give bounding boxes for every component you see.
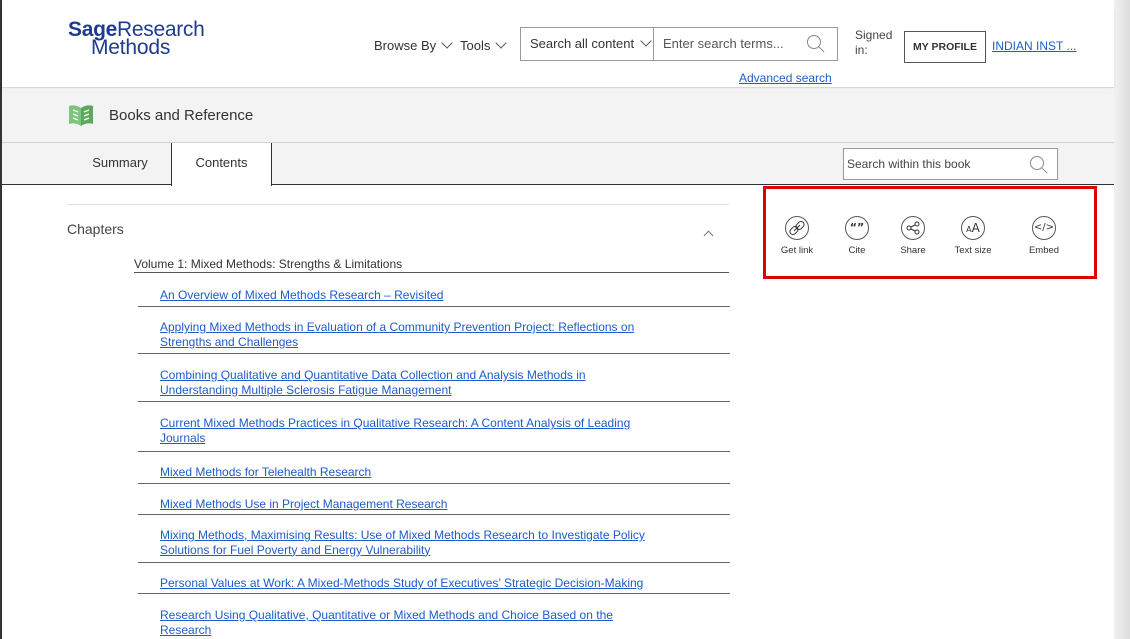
chapters-heading: Chapters xyxy=(67,221,124,237)
get-link-button[interactable]: Get link xyxy=(772,216,822,256)
my-profile-button[interactable]: MY PROFILE xyxy=(904,31,986,63)
text-size-button[interactable]: AA Text size xyxy=(948,216,998,256)
section-banner: Books and Reference xyxy=(2,89,1114,143)
cite-button[interactable]: “” Cite xyxy=(832,216,882,256)
tab-contents[interactable]: Contents xyxy=(171,143,272,186)
signed-in-line1: Signed xyxy=(855,28,893,42)
embed-label: Embed xyxy=(1028,245,1060,256)
advanced-search-link[interactable]: Advanced search xyxy=(739,71,832,85)
site-search: Search all content Enter search terms... xyxy=(520,27,838,61)
share-icon xyxy=(901,216,925,240)
divider xyxy=(138,353,730,354)
share-button[interactable]: Share xyxy=(888,216,938,256)
embed-icon: </> xyxy=(1032,216,1056,240)
text-size-label: Text size xyxy=(954,245,992,256)
embed-button[interactable]: </> Embed xyxy=(1019,216,1069,256)
divider xyxy=(138,306,730,307)
chevron-down-icon xyxy=(441,37,453,49)
book-tabs: Summary Contents Search within this book xyxy=(2,143,1114,186)
text-size-icon: AA xyxy=(961,216,985,240)
link-icon xyxy=(785,216,809,240)
open-book-icon xyxy=(69,105,93,126)
divider xyxy=(138,483,730,484)
divider xyxy=(138,451,730,452)
share-label: Share xyxy=(900,245,926,256)
chapter-link[interactable]: Applying Mixed Methods in Evaluation of … xyxy=(160,320,730,349)
get-link-label: Get link xyxy=(780,245,814,256)
browse-by-menu[interactable]: Browse By xyxy=(374,37,453,53)
tools-menu[interactable]: Tools xyxy=(460,37,508,53)
institution-link[interactable]: INDIAN INST ... xyxy=(992,39,1076,53)
chapter-link[interactable]: Current Mixed Methods Practices in Quali… xyxy=(160,416,730,445)
chapter-link[interactable]: An Overview of Mixed Methods Research – … xyxy=(160,288,730,303)
book-search-input[interactable]: Search within this book xyxy=(843,148,1058,180)
signed-in-label: Signed in: xyxy=(855,28,892,58)
site-header: SageResearch Methods Browse By Tools Sea… xyxy=(2,8,1114,88)
search-scope-value: Search all content xyxy=(530,36,635,51)
chapter-link[interactable]: Combining Qualitative and Quantitative D… xyxy=(160,368,730,397)
chevron-down-icon xyxy=(640,35,652,47)
cite-label: Cite xyxy=(848,245,866,256)
logo-text-methods: Methods xyxy=(91,36,171,59)
divider xyxy=(138,514,730,515)
chapter-link[interactable]: Personal Values at Work: A Mixed-Methods… xyxy=(160,576,730,591)
search-icon[interactable] xyxy=(807,35,821,49)
divider xyxy=(67,204,729,205)
tools-label: Tools xyxy=(460,38,491,53)
search-icon[interactable] xyxy=(1030,156,1044,170)
chapter-link[interactable]: Mixed Methods Use in Project Management … xyxy=(160,497,730,512)
search-scope-select[interactable]: Search all content xyxy=(521,28,654,60)
window-edge xyxy=(1114,0,1130,639)
sage-logo[interactable]: SageResearch Methods xyxy=(68,19,205,59)
signed-in-line2: in: xyxy=(855,43,868,57)
chevron-down-icon xyxy=(495,37,508,49)
volume-heading: Volume 1: Mixed Methods: Strengths & Lim… xyxy=(134,258,729,273)
chapter-link[interactable]: Mixed Methods for Telehealth Research xyxy=(160,465,730,480)
divider xyxy=(138,593,730,594)
quote-icon: “” xyxy=(845,216,869,240)
divider xyxy=(138,401,730,402)
search-input[interactable]: Enter search terms... xyxy=(655,28,805,60)
tab-summary[interactable]: Summary xyxy=(70,143,170,185)
browse-by-label: Browse By xyxy=(374,38,437,53)
section-title: Books and Reference xyxy=(109,107,254,124)
chapter-link[interactable]: Research Using Qualitative, Quantitative… xyxy=(160,608,730,637)
chapter-link[interactable]: Mixing Methods, Maximising Results: Use … xyxy=(160,528,730,557)
divider xyxy=(138,562,730,563)
